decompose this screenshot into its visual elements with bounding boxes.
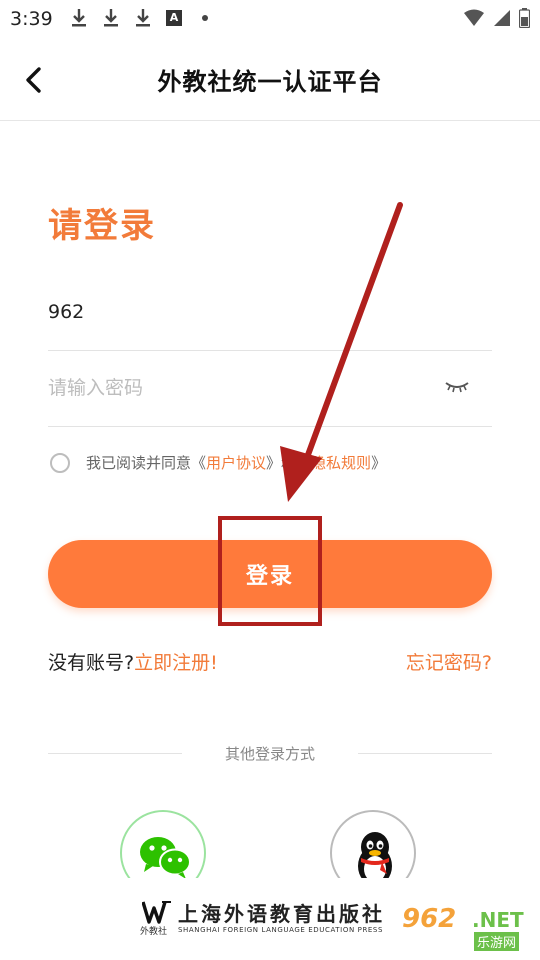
annotation-highlight-box — [218, 516, 322, 626]
publisher-name: 上海外语教育出版社 — [178, 902, 385, 926]
publisher-logo-caption: 外教社 — [140, 927, 168, 937]
status-system-icons — [463, 8, 530, 28]
account-input[interactable] — [48, 282, 428, 342]
page-title: 外教社统一认证平台 — [157, 68, 383, 96]
login-heading: 请登录 — [48, 206, 156, 246]
app-header: 外教社统一认证平台 — [0, 46, 540, 121]
signal-icon — [494, 10, 510, 26]
publisher-logo-icon — [142, 901, 171, 924]
battery-icon — [519, 8, 530, 28]
download-icon — [72, 9, 86, 27]
account-field[interactable] — [48, 274, 492, 351]
register-link[interactable]: 立即注册! — [134, 652, 218, 674]
password-field[interactable] — [48, 350, 492, 427]
agreement-checkbox[interactable] — [50, 452, 70, 473]
agreement-row: 我已阅读并同意《用户协议》和《隐私规则》 — [50, 452, 386, 473]
password-input[interactable] — [48, 358, 428, 418]
status-bar: 3:39 A — [0, 0, 540, 36]
no-account-text: 没有账号? — [48, 652, 135, 674]
download-icon — [136, 9, 150, 27]
watermark-number: 962 — [402, 904, 457, 934]
more-notifications-dot-icon — [202, 15, 208, 21]
wifi-icon — [464, 9, 484, 26]
font-app-icon: A — [166, 10, 182, 26]
watermark-net: .NET — [472, 908, 524, 932]
agreement-suffix: 》 — [371, 454, 387, 472]
download-icon — [104, 9, 118, 27]
privacy-rules-link[interactable]: 隐私规则 — [311, 454, 371, 472]
user-agreement-link[interactable]: 用户协议 — [206, 454, 266, 472]
watermark-site-name: 乐游网 — [474, 932, 520, 951]
watermark: 962 .NET 乐游网 — [402, 904, 534, 954]
status-notification-icons: A — [70, 8, 208, 28]
status-time: 3:39 — [10, 8, 53, 30]
no-account-row: 没有账号?立即注册! — [48, 648, 218, 675]
agreement-middle: 》和《 — [266, 454, 312, 472]
agreement-prefix: 我已阅读并同意《 — [86, 454, 207, 472]
agreement-text: 我已阅读并同意《用户协议》和《隐私规则》 — [86, 452, 386, 473]
eye-closed-icon[interactable] — [444, 378, 470, 394]
other-login-label: 其他登录方式 — [224, 745, 315, 763]
forgot-password-link[interactable]: 忘记密码? — [406, 648, 492, 675]
publisher-english-name: SHANGHAI FOREIGN LANGUAGE EDUCATION PRES… — [178, 926, 384, 934]
